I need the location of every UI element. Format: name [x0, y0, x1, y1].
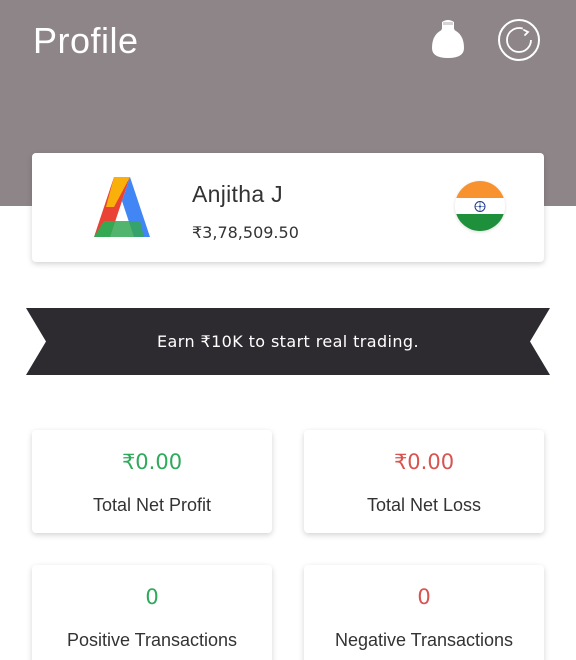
account-balance: ₹3,78,509.50: [192, 223, 299, 242]
total-net-loss-label: Total Net Loss: [366, 495, 482, 515]
total-net-loss-value: ₹0.00: [393, 450, 455, 474]
negative-transactions-value: 0: [417, 585, 431, 609]
history-icon[interactable]: [497, 18, 541, 62]
total-net-profit-value: ₹0.00: [121, 450, 183, 474]
page-title: Profile: [33, 20, 139, 61]
banner-text: Earn ₹10K to start real trading.: [157, 332, 419, 351]
positive-transactions-label: Positive Transactions: [66, 630, 238, 650]
total-net-profit-card[interactable]: ₹0.00 Total Net Profit: [32, 430, 272, 533]
bulb-icon[interactable]: [426, 18, 470, 62]
total-net-profit-label: Total Net Profit: [92, 495, 212, 515]
info-banner: Earn ₹10K to start real trading.: [26, 308, 550, 375]
avatar: [90, 175, 154, 239]
profile-card: Anjitha J ₹3,78,509.50: [32, 153, 544, 262]
user-name: Anjitha J: [192, 181, 283, 207]
negative-transactions-card[interactable]: 0 Negative Transactions: [304, 565, 544, 660]
positive-transactions-card[interactable]: 0 Positive Transactions: [32, 565, 272, 660]
total-net-loss-card[interactable]: ₹0.00 Total Net Loss: [304, 430, 544, 533]
positive-transactions-value: 0: [145, 585, 159, 609]
india-flag-icon: [455, 181, 505, 231]
negative-transactions-label: Negative Transactions: [334, 630, 514, 650]
